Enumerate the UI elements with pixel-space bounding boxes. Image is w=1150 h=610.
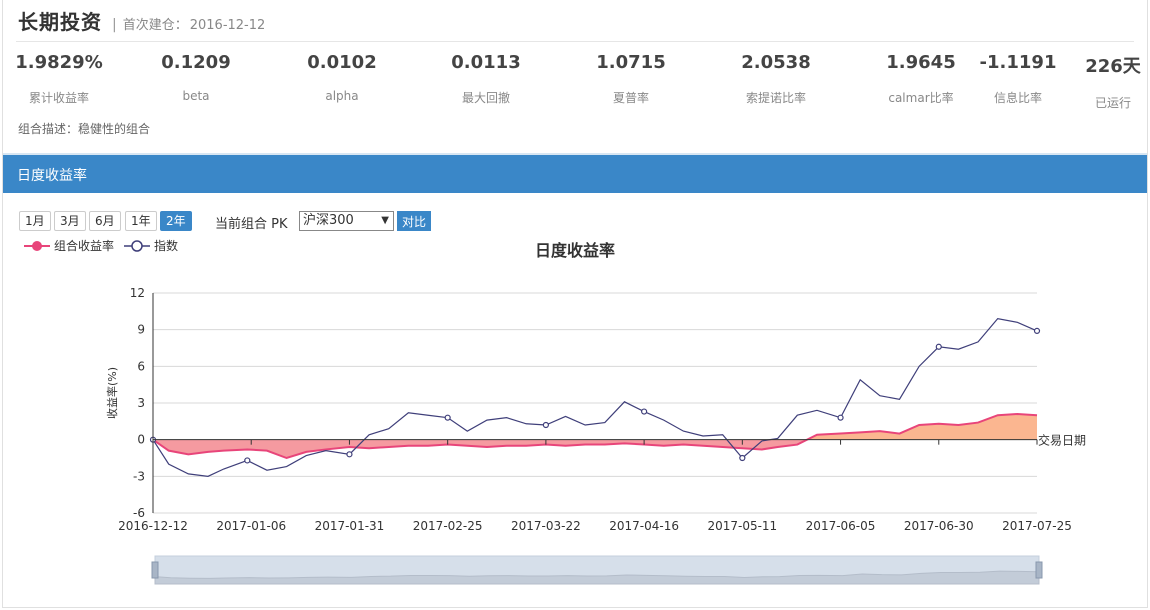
index-point — [1033, 327, 1041, 334]
y-tick-label: 9 — [137, 323, 145, 337]
x-tick-label: 2017-02-25 — [413, 519, 483, 533]
y-tick-label: 0 — [137, 433, 145, 447]
y-tick-label: -6 — [133, 506, 145, 520]
x-tick-label: 2017-03-22 — [511, 519, 581, 533]
index-point — [935, 343, 942, 350]
y-tick-label: -3 — [133, 469, 145, 483]
y-axis-title: 收益率(%) — [105, 367, 119, 419]
area-fills — [153, 414, 1037, 458]
daily-return-chart: -6 -3 0 3 6 9 12 2016-12-12 2017-01-06 2017-01-31… — [105, 286, 1086, 585]
x-tick-label: 2017-04-16 — [609, 519, 679, 533]
x-tick-label: 2017-07-25 — [1002, 519, 1072, 533]
index-point — [641, 408, 648, 415]
x-tick-label: 2017-05-11 — [707, 519, 777, 533]
x-tick-label: 2017-06-30 — [904, 519, 974, 533]
zoom-slider[interactable] — [151, 555, 1043, 585]
x-axis-title: 交易日期 — [1038, 433, 1086, 448]
index-point — [346, 451, 353, 458]
x-tick-label: 2016-12-12 — [118, 519, 188, 533]
index-point — [444, 414, 451, 421]
zoom-handle[interactable] — [1035, 561, 1043, 579]
zoom-handle[interactable] — [151, 561, 159, 579]
x-tick-label: 2017-01-31 — [315, 519, 385, 533]
grid-lines — [153, 292, 1037, 514]
index-point — [244, 457, 251, 464]
x-tick-label: 2017-01-06 — [216, 519, 286, 533]
index-point — [739, 454, 746, 462]
axes: -6 -3 0 3 6 9 12 2016-12-12 2017-01-06 2017-01-31… — [105, 286, 1086, 533]
index-point — [542, 421, 549, 429]
y-tick-label: 6 — [137, 359, 145, 373]
index-point — [837, 414, 844, 421]
x-tick-label: 2017-06-05 — [806, 519, 876, 533]
y-tick-label: 12 — [130, 286, 145, 300]
y-tick-label: 3 — [137, 396, 145, 410]
